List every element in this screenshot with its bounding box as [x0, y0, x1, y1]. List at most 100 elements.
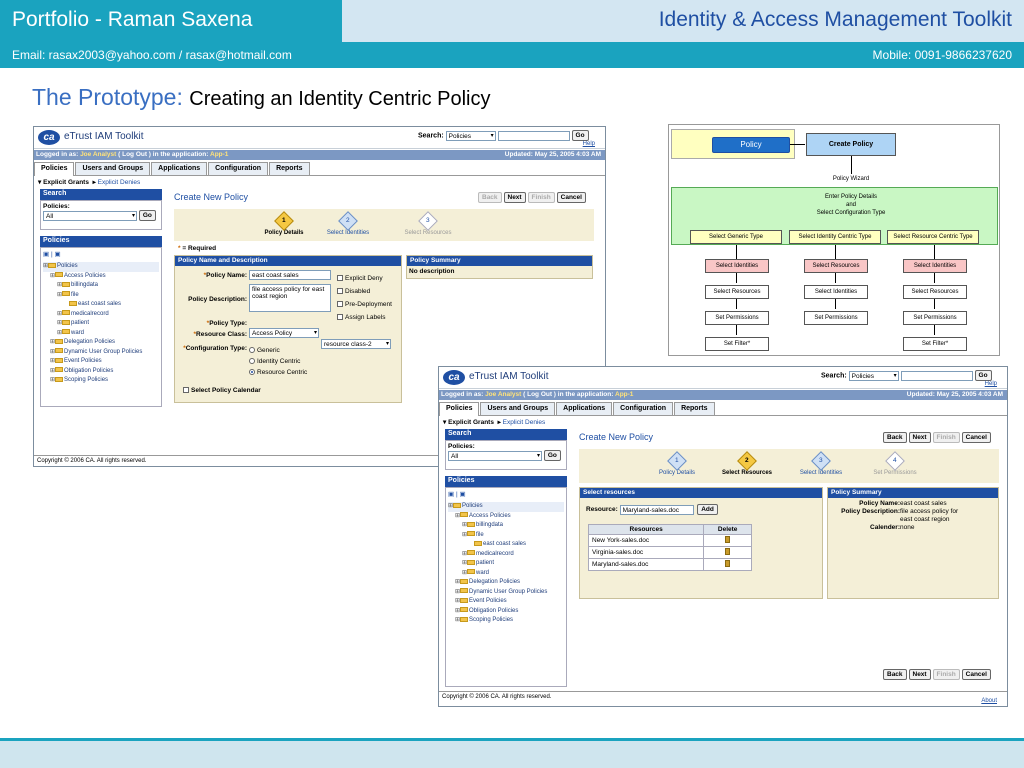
tree1-item[interactable]: ⊞ Policies: [43, 262, 159, 272]
policy-summary-header-2: Policy Summary: [828, 488, 998, 498]
tree2-item[interactable]: ⊞ file: [448, 531, 564, 541]
next-button-2[interactable]: Next: [908, 432, 931, 443]
sidebar-policies-select[interactable]: All: [43, 210, 137, 221]
delete-cell[interactable]: [703, 534, 752, 547]
tree-toolbar-icons-2[interactable]: ▣ | ▣: [448, 490, 564, 502]
next-button-bottom[interactable]: Next: [908, 669, 931, 680]
flow-policy-wizard: Policy Wizard: [832, 176, 870, 182]
sidebar-go-button[interactable]: Go: [138, 210, 156, 221]
wizard2-step-1[interactable]: 1 Policy Details: [645, 451, 709, 476]
radio-generic[interactable]: Generic: [249, 345, 307, 356]
wizard2-step-4[interactable]: 4 Set Permissions: [863, 451, 927, 476]
back-button-2[interactable]: Back: [883, 432, 907, 443]
tree2-item[interactable]: ⊞ Delegation Policies: [448, 578, 564, 588]
tree1-item[interactable]: ⊞ ward: [43, 329, 159, 339]
checkbox-select-calendar[interactable]: Select Policy Calendar: [183, 387, 261, 394]
tab-configuration[interactable]: Configuration: [208, 162, 269, 175]
sidebar-policies-select-2[interactable]: All: [448, 450, 542, 461]
search-input-2[interactable]: [900, 370, 973, 381]
tab-policies[interactable]: Policies: [34, 162, 75, 176]
tree1-item[interactable]: ⊞ medicalrecord: [43, 310, 159, 320]
tab-configuration-2[interactable]: Configuration: [613, 402, 674, 415]
tab-applications-2[interactable]: Applications: [556, 402, 613, 415]
tree2-item[interactable]: ⊞ Event Policies: [448, 597, 564, 607]
wizard2-step-3[interactable]: 3 Select Identities: [789, 451, 853, 476]
tree-toolbar-icons[interactable]: ▣ | ▣: [43, 250, 159, 262]
tree1-item[interactable]: ⊞ Scoping Policies: [43, 376, 159, 386]
finish-button[interactable]: Finish: [527, 192, 555, 203]
tree2-item[interactable]: ⊞ Scoping Policies: [448, 616, 564, 626]
trash-icon[interactable]: [725, 536, 731, 543]
tree1-item[interactable]: ⊞ patient: [43, 319, 159, 329]
tab-users-groups-2[interactable]: Users and Groups: [480, 402, 556, 415]
radio-identity-centric[interactable]: Identity Centric: [249, 356, 307, 367]
tab-policies-2[interactable]: Policies: [439, 402, 480, 416]
delete-cell[interactable]: [703, 546, 752, 559]
back-button[interactable]: Back: [478, 192, 502, 203]
logout-link[interactable]: ( Log Out ): [118, 151, 151, 158]
next-button[interactable]: Next: [503, 192, 526, 203]
tree2-item[interactable]: ⊞ Dynamic User Group Policies: [448, 588, 564, 598]
tab-reports-2[interactable]: Reports: [674, 402, 715, 415]
wizard2-step-2[interactable]: 2 Select Resources: [715, 451, 779, 476]
checkbox-disabled[interactable]: Disabled: [337, 285, 392, 298]
wizard-step-2[interactable]: 2 Select Identities: [316, 211, 380, 236]
policy-description-textarea[interactable]: file access policy for east coast region: [249, 284, 331, 312]
finish-button-2[interactable]: Finish: [932, 432, 960, 443]
tree1-item[interactable]: ⊞ Delegation Policies: [43, 338, 159, 348]
explicit-denies-tab-2[interactable]: Explicit Denies: [503, 419, 546, 426]
about-link[interactable]: About: [981, 698, 997, 704]
tree1-item[interactable]: ⊞ Obligation Policies: [43, 367, 159, 377]
explicit-grants-tab-2[interactable]: Explicit Grants: [448, 419, 494, 426]
tree2-item[interactable]: ⊞ ward: [448, 569, 564, 579]
cancel-button-2[interactable]: Cancel: [961, 432, 991, 443]
explicit-grants-tab[interactable]: Explicit Grants: [43, 179, 89, 186]
tree1-item[interactable]: ⊞ Access Policies: [43, 272, 159, 282]
flow-col2-step-2: Set Permissions: [804, 311, 868, 325]
tree1-item[interactable]: ⊞ Event Policies: [43, 357, 159, 367]
back-button-bottom[interactable]: Back: [883, 669, 907, 680]
help-link[interactable]: Help: [583, 141, 595, 147]
tab-users-groups[interactable]: Users and Groups: [75, 162, 151, 175]
resource-input[interactable]: Maryland-sales.doc: [619, 504, 694, 515]
tree2-item[interactable]: ⊞ medicalrecord: [448, 550, 564, 560]
logout-link-2[interactable]: ( Log Out ): [523, 391, 556, 398]
radio-resource-centric[interactable]: Resource Centric: [249, 367, 307, 378]
search-input[interactable]: [497, 130, 570, 141]
tree2-item[interactable]: east coast sales: [448, 540, 564, 550]
add-resource-button[interactable]: Add: [697, 504, 718, 515]
help-link-2[interactable]: Help: [985, 381, 997, 387]
trash-icon[interactable]: [725, 560, 731, 567]
policy-name-input[interactable]: east coast sales: [249, 270, 331, 280]
tree2-item[interactable]: ⊞ patient: [448, 559, 564, 569]
tree2-item[interactable]: ⊞ Access Policies: [448, 512, 564, 522]
checkbox-assign-labels[interactable]: Assign Labels: [337, 311, 392, 324]
tree2-item[interactable]: ⊞ Obligation Policies: [448, 607, 564, 617]
tree1-item[interactable]: ⊞ file: [43, 291, 159, 301]
tree1-item[interactable]: east coast sales: [43, 300, 159, 310]
cancel-button[interactable]: Cancel: [556, 192, 586, 203]
tree1-item[interactable]: ⊞ billingdata: [43, 281, 159, 291]
resource-class-select[interactable]: resource class-2: [320, 339, 391, 349]
sidebar-go-button-2[interactable]: Go: [543, 450, 561, 461]
policy-type-select[interactable]: Access Policy: [249, 328, 319, 338]
wizard-step-1[interactable]: 1 Policy Details: [252, 211, 316, 236]
trash-icon[interactable]: [725, 548, 731, 555]
tree1-item[interactable]: ⊞ Dynamic User Group Policies: [43, 348, 159, 358]
finish-button-bottom[interactable]: Finish: [932, 669, 960, 680]
cancel-button-bottom[interactable]: Cancel: [961, 669, 991, 680]
tree2-item[interactable]: ⊞ Policies: [448, 502, 564, 512]
checkbox-explicit-deny[interactable]: Explicit Deny: [337, 272, 392, 285]
checkbox-pre-deployment[interactable]: Pre-Deployment: [337, 298, 392, 311]
delete-cell[interactable]: [703, 558, 752, 571]
tab-reports[interactable]: Reports: [269, 162, 310, 175]
search-go-button[interactable]: Go: [571, 130, 589, 141]
sidebar-2: Search Policies: All Go Policies ▣ | ▣ ⊞…: [445, 429, 567, 687]
explicit-denies-tab[interactable]: Explicit Denies: [98, 179, 141, 186]
search-go-button-2[interactable]: Go: [974, 370, 992, 381]
search-type-select-2[interactable]: Policies: [848, 370, 899, 381]
tab-applications[interactable]: Applications: [151, 162, 208, 175]
search-type-select[interactable]: Policies: [445, 130, 496, 141]
wizard-step-3[interactable]: 3 Select Resources: [396, 211, 460, 236]
tree2-item[interactable]: ⊞ billingdata: [448, 521, 564, 531]
